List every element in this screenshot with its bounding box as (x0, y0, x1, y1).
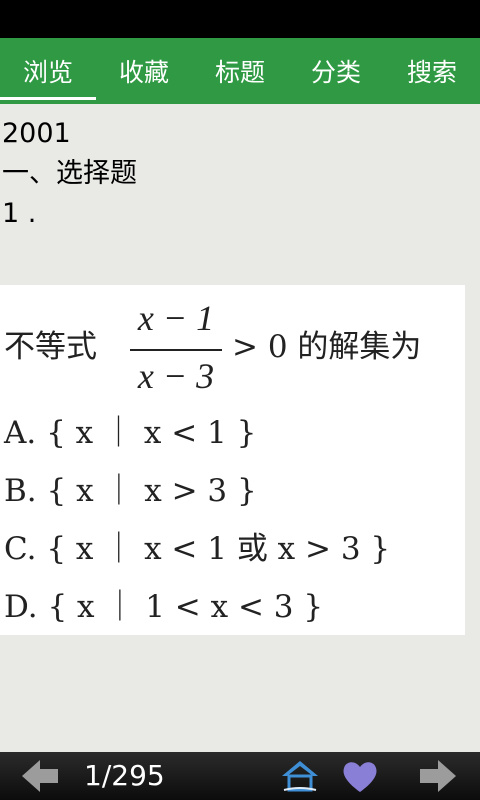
page-counter: 1/295 (84, 759, 165, 792)
favorite-heart-icon[interactable] (340, 756, 380, 796)
tab-bar: 浏览 收藏 标题 分类 搜索 (0, 38, 480, 104)
prev-arrow-icon[interactable] (20, 756, 60, 796)
section-title: 一、选择题 (2, 158, 137, 189)
question-stem-suffix: > 0 的解集为 (232, 329, 422, 365)
tab-search[interactable]: 搜索 (384, 38, 480, 104)
fraction-bar (130, 349, 222, 351)
fraction-denominator: x − 3 (137, 356, 215, 396)
tab-browse[interactable]: 浏览 (0, 38, 96, 104)
bottom-toolbar: 1/295 (0, 752, 480, 800)
option-b: B. { x ｜ x > 3 } (4, 473, 257, 509)
next-arrow-icon[interactable] (418, 756, 458, 796)
tab-favorites[interactable]: 收藏 (96, 38, 192, 104)
fraction-numerator: x − 1 (137, 298, 215, 338)
question-stem-prefix: 不等式 (4, 329, 97, 365)
home-icon[interactable] (280, 756, 320, 796)
option-d: D. { x ｜ 1 < x < 3 } (4, 589, 324, 625)
year-label: 2001 (2, 118, 71, 149)
tab-titles[interactable]: 标题 (192, 38, 288, 104)
status-bar (0, 0, 480, 38)
fraction: x − 1 x − 3 (126, 295, 226, 396)
question-number: 1 . (2, 198, 37, 229)
content-area: 2001 一、选择题 1 . 不等式 x − 1 x − 3 > 0 的解集为 … (0, 104, 480, 752)
question-image: 不等式 x − 1 x − 3 > 0 的解集为 A. { x ｜ x < 1 … (0, 285, 465, 635)
option-c: C. { x ｜ x < 1 或 x > 3 } (4, 531, 391, 567)
option-a: A. { x ｜ x < 1 } (4, 415, 257, 451)
tab-categories[interactable]: 分类 (288, 38, 384, 104)
